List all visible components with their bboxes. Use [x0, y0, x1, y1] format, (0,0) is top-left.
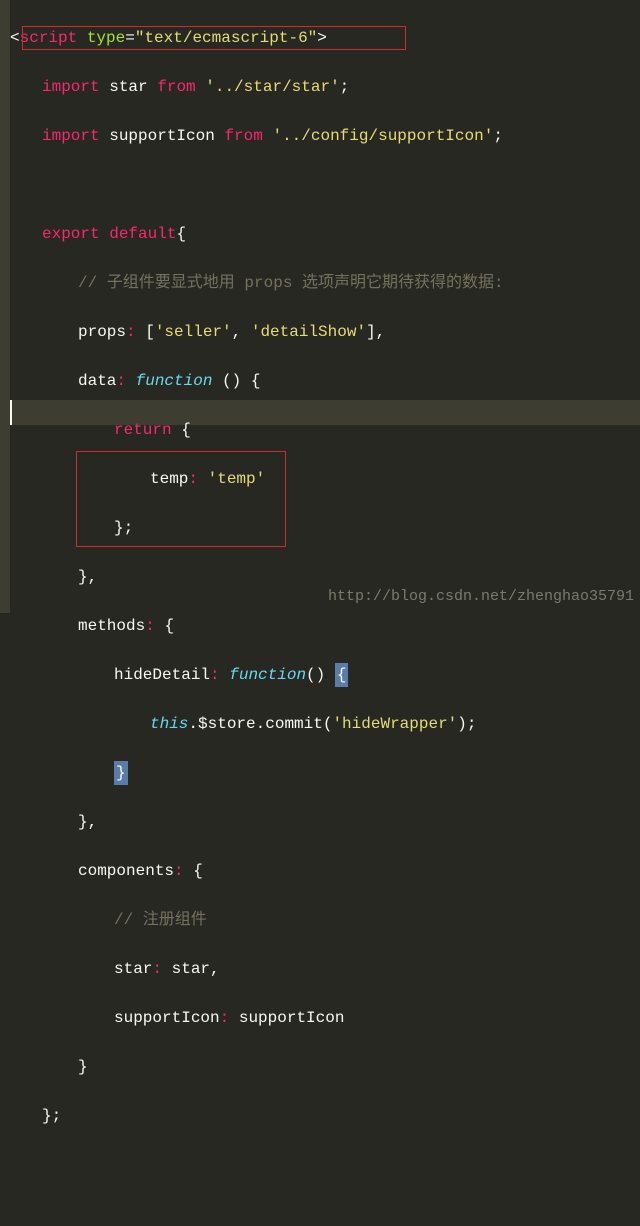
- code-line: temp: 'temp': [10, 467, 640, 492]
- code-line: }: [10, 761, 640, 786]
- code-line: <script type="text/ecmascript-6">: [10, 26, 640, 51]
- selection-brace: {: [335, 663, 349, 687]
- selection-brace: }: [114, 761, 128, 785]
- code-line: },: [10, 810, 640, 835]
- code-line: [10, 1153, 640, 1178]
- code-line: this.$store.commit('hideWrapper');: [10, 712, 640, 737]
- code-line: star: star,: [10, 957, 640, 982]
- code-line: components: {: [10, 859, 640, 884]
- code-line: };: [10, 1104, 640, 1129]
- code-line: return {: [10, 418, 640, 443]
- code-line: supportIcon: supportIcon: [10, 1006, 640, 1031]
- code-line: methods: {: [10, 614, 640, 639]
- code-line: }: [10, 1055, 640, 1080]
- code-line: import star from '../star/star';: [10, 75, 640, 100]
- code-line: props: ['seller', 'detailShow'],: [10, 320, 640, 345]
- code-line: hideDetail: function() {: [10, 663, 640, 688]
- code-line: import supportIcon from '../config/suppo…: [10, 124, 640, 149]
- code-line: data: function () {: [10, 369, 640, 394]
- code-line: [10, 173, 640, 198]
- code-editor[interactable]: <script type="text/ecmascript-6"> import…: [0, 0, 640, 1226]
- code-line: };: [10, 516, 640, 541]
- code-line: export default{: [10, 222, 640, 247]
- watermark: http://blog.csdn.net/zhenghao35791: [328, 585, 634, 609]
- code-line: // 注册组件: [10, 908, 640, 933]
- code-line: // 子组件要显式地用 props 选项声明它期待获得的数据:: [10, 271, 640, 296]
